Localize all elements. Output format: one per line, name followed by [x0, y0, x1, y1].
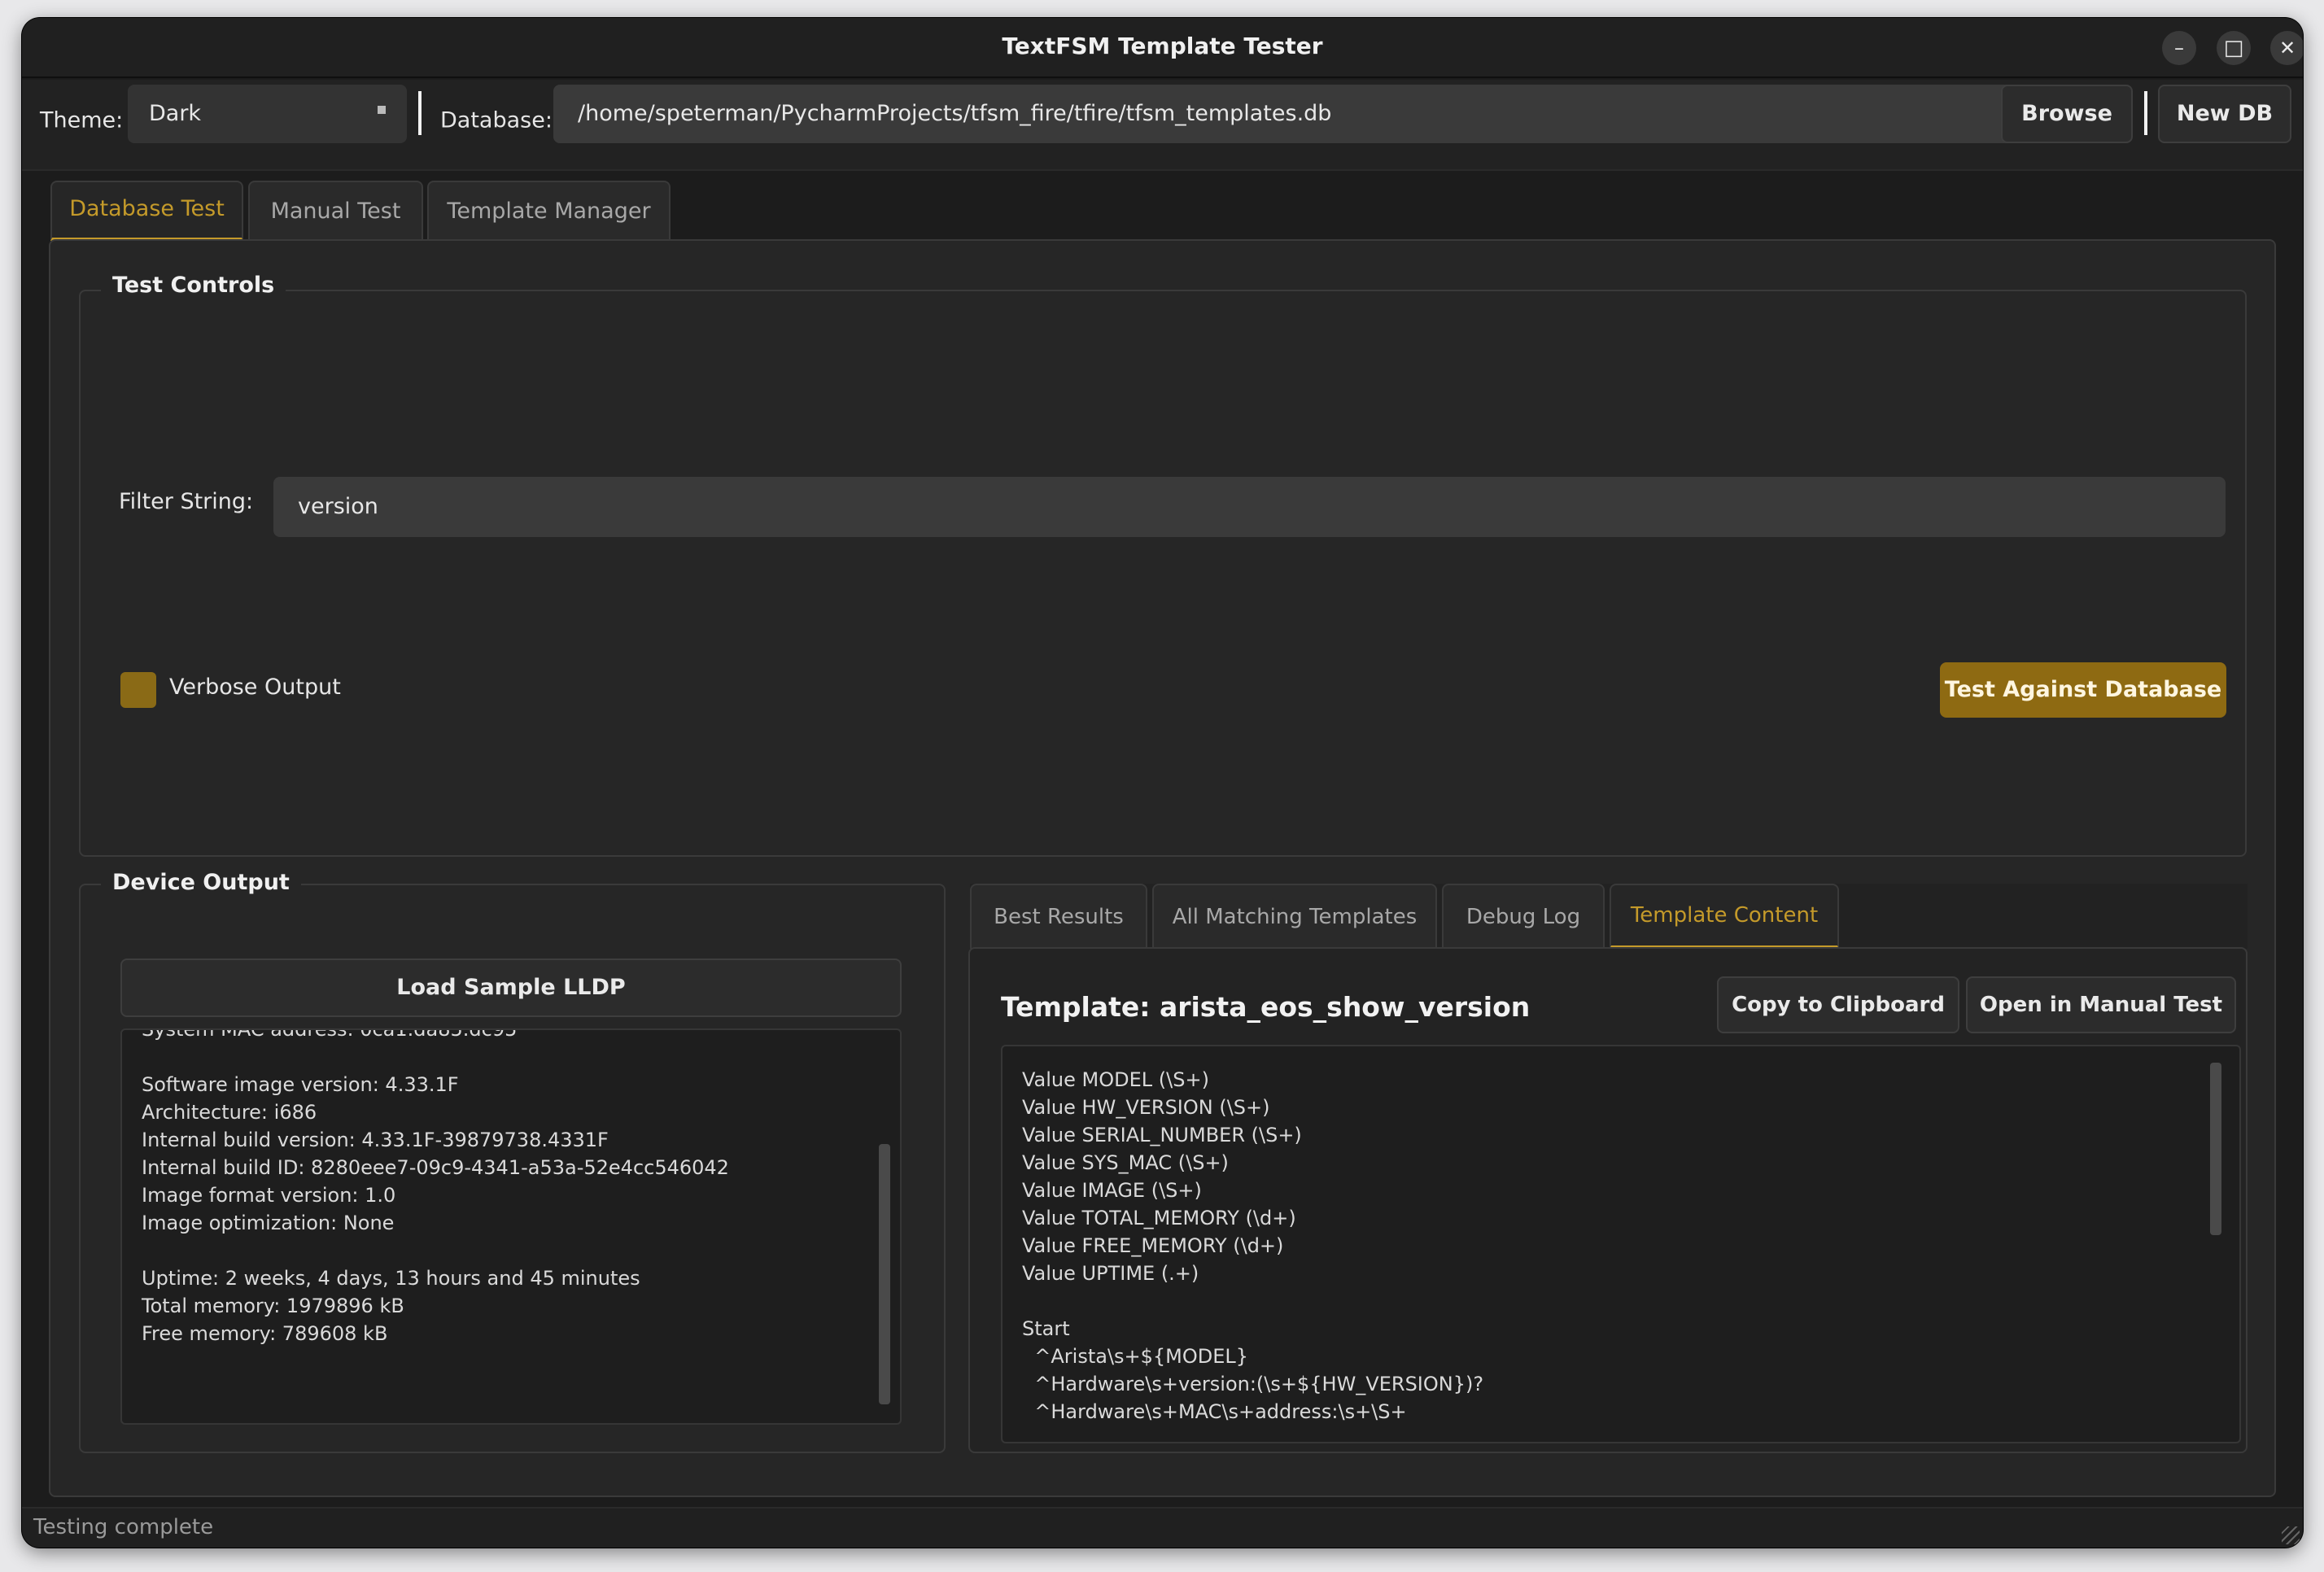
minimize-button[interactable]: – [2162, 31, 2196, 65]
close-icon: ✕ [2278, 37, 2296, 59]
text-line [142, 1043, 729, 1071]
database-test-panel: Test Controls Filter String: version Ver… [49, 239, 2276, 1497]
device-output-lines: Software image version: 4.33.1F Architect… [142, 1043, 729, 1347]
tab-manual-test[interactable]: Manual Test [248, 181, 423, 241]
device-output-partial-line: System MAC address: 0ca1.da85.dc95 [142, 1028, 518, 1041]
device-output-scrollbar[interactable] [879, 1144, 890, 1404]
copy-to-clipboard-button[interactable]: Copy to Clipboard [1717, 976, 1959, 1033]
text-line: Total memory: 1979896 kB [142, 1295, 404, 1317]
select-indicator-icon [378, 106, 386, 114]
verbose-output-label: Verbose Output [169, 675, 341, 700]
text-line [142, 1237, 729, 1264]
text-line: ^Hardware\s+MAC\s+address:\s+\S+ [1022, 1400, 1407, 1423]
theme-label: Theme: [40, 107, 124, 133]
text-line: Value SYS_MAC (\S+) [1022, 1151, 1229, 1174]
text-line: Value FREE_MEMORY (\d+) [1022, 1234, 1284, 1257]
text-line: Value MODEL (\S+) [1022, 1068, 1209, 1091]
load-sample-lldp-button[interactable]: Load Sample LLDP [120, 958, 902, 1017]
toolbar: Theme: Dark Database: /home/speterman/Py… [22, 80, 2303, 171]
text-line: Uptime: 2 weeks, 4 days, 13 hours and 45… [142, 1267, 640, 1290]
text-line: Start [1022, 1317, 1070, 1340]
text-line: Value TOTAL_MEMORY (\d+) [1022, 1207, 1296, 1229]
open-in-manual-test-button[interactable]: Open in Manual Test [1966, 976, 2236, 1033]
close-button[interactable]: ✕ [2270, 31, 2303, 65]
text-line: Image optimization: None [142, 1212, 395, 1234]
theme-select[interactable]: Dark [128, 85, 407, 143]
text-line: Value IMAGE (\S+) [1022, 1179, 1202, 1202]
tab-template-content[interactable]: Template Content [1610, 884, 1839, 949]
toolbar-separator-2 [2144, 91, 2147, 135]
database-path-field[interactable]: /home/speterman/PycharmProjects/tfsm_fir… [553, 85, 2015, 143]
template-content-lines: Value MODEL (\S+) Value HW_VERSION (\S+) V… [1022, 1066, 1483, 1426]
browse-button[interactable]: Browse [2001, 85, 2133, 143]
database-label: Database: [440, 107, 553, 133]
template-heading: Template: arista_eos_show_version [1001, 991, 1531, 1023]
new-db-button[interactable]: New DB [2158, 85, 2291, 143]
tab-best-results[interactable]: Best Results [970, 884, 1147, 949]
text-line [1022, 1287, 1483, 1315]
device-output-textarea[interactable]: System MAC address: 0ca1.da85.dc95 Softw… [120, 1028, 902, 1425]
text-line: Free memory: 789608 kB [142, 1322, 388, 1345]
template-content-panel: Template: arista_eos_show_version Copy t… [968, 947, 2248, 1453]
text-line: Software image version: 4.33.1F [142, 1073, 459, 1096]
maximize-icon: □ [2223, 36, 2244, 60]
theme-select-value: Dark [149, 101, 202, 126]
app-window: TextFSM Template Tester – □ ✕ Theme: Dar… [22, 18, 2303, 1548]
text-line: Architecture: i686 [142, 1101, 317, 1124]
text-line: Value UPTIME (.+) [1022, 1262, 1199, 1285]
title-bar: TextFSM Template Tester – □ ✕ [22, 18, 2303, 78]
text-line: ^Arista\s+${MODEL} [1022, 1345, 1249, 1368]
tab-debug-log[interactable]: Debug Log [1442, 884, 1605, 949]
maximize-button[interactable]: □ [2217, 31, 2251, 65]
tab-template-manager[interactable]: Template Manager [427, 181, 671, 241]
tab-all-matching-templates[interactable]: All Matching Templates [1152, 884, 1437, 949]
status-text: Testing complete [33, 1515, 214, 1539]
test-controls-group [79, 290, 2247, 857]
filter-string-value: version [298, 494, 378, 519]
filter-string-input[interactable]: version [273, 477, 2226, 537]
minimize-icon: – [2174, 37, 2184, 59]
tab-database-test[interactable]: Database Test [50, 181, 243, 241]
template-content-scrollbar[interactable] [2210, 1063, 2221, 1235]
toolbar-separator [418, 91, 422, 135]
filter-string-label: Filter String: [119, 489, 254, 514]
template-content-textarea[interactable]: Value MODEL (\S+) Value HW_VERSION (\S+) V… [1001, 1045, 2241, 1443]
text-line: Value HW_VERSION (\S+) [1022, 1096, 1270, 1119]
verbose-output-checkbox[interactable] [120, 672, 156, 708]
resize-grip-icon[interactable] [2282, 1526, 2300, 1544]
device-output-title: Device Output [101, 866, 301, 900]
text-line: ^Hardware\s+version:(\s+${HW_VERSION})? [1022, 1373, 1484, 1395]
text-line: Internal build version: 4.33.1F-39879738… [142, 1129, 609, 1151]
window-title: TextFSM Template Tester [1002, 33, 1323, 59]
text-line: Value SERIAL_NUMBER (\S+) [1022, 1124, 1302, 1146]
test-against-database-button[interactable]: Test Against Database [1940, 662, 2226, 718]
text-line: Image format version: 1.0 [142, 1184, 396, 1207]
test-controls-title: Test Controls [101, 269, 286, 303]
database-path-value: /home/speterman/PycharmProjects/tfsm_fir… [578, 101, 1332, 126]
status-bar: Testing complete [22, 1507, 2303, 1548]
text-line: Internal build ID: 8280eee7-09c9-4341-a5… [142, 1156, 729, 1179]
